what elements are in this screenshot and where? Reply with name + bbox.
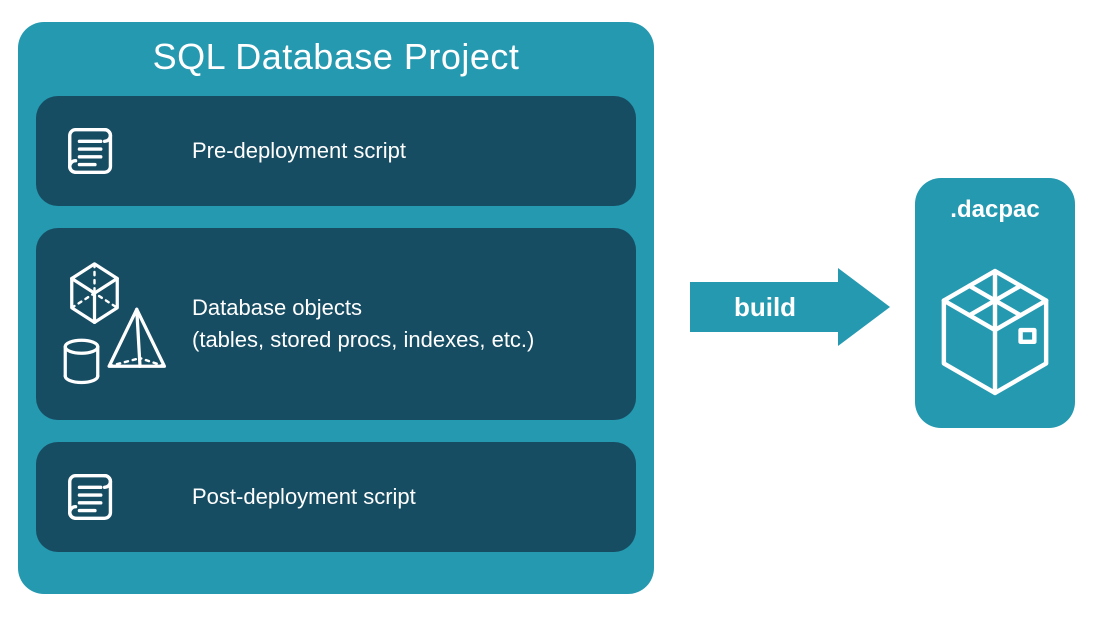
section-pre-deployment: Pre-deployment script: [36, 96, 636, 206]
geometry-shapes-icon: [62, 249, 192, 399]
section-label-line2: (tables, stored procs, indexes, etc.): [192, 327, 534, 352]
project-title: SQL Database Project: [36, 36, 636, 78]
script-icon: [62, 466, 192, 528]
section-label: Database objects (tables, stored procs, …: [192, 292, 610, 356]
diagram-stage: SQL Database Project Pre-depl: [0, 0, 1100, 619]
arrow-label: build: [690, 282, 840, 332]
section-label-text: Pre-deployment script: [192, 138, 406, 163]
output-card: .dacpac: [915, 178, 1075, 428]
section-label: Pre-deployment script: [192, 135, 610, 167]
package-box-icon: [915, 236, 1075, 428]
section-database-objects: Database objects (tables, stored procs, …: [36, 228, 636, 420]
build-arrow: build: [690, 268, 892, 346]
section-label-line1: Database objects: [192, 295, 362, 320]
project-card: SQL Database Project Pre-depl: [18, 22, 654, 594]
arrow-head-icon: [838, 268, 890, 346]
script-icon: [62, 120, 192, 182]
section-label: Post-deployment script: [192, 481, 610, 513]
section-label-text: Post-deployment script: [192, 484, 416, 509]
output-filetype-label: .dacpac: [950, 196, 1039, 224]
section-post-deployment: Post-deployment script: [36, 442, 636, 552]
